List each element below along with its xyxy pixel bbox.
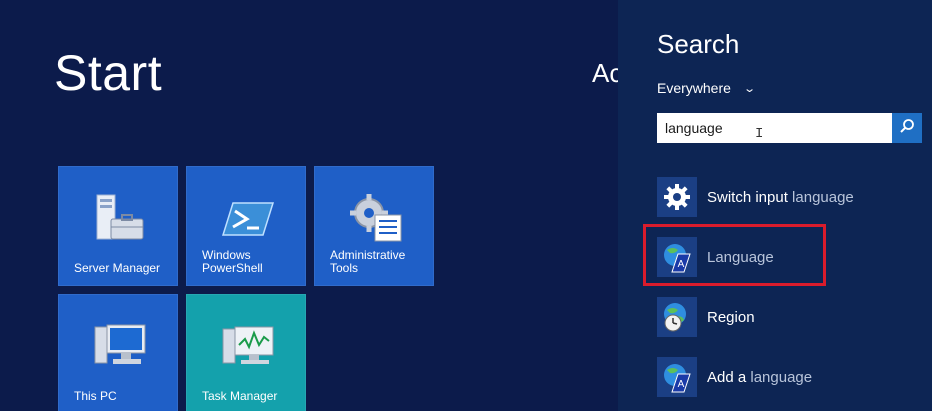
svg-text:A: A bbox=[678, 379, 685, 390]
gear-icon bbox=[657, 177, 697, 217]
globe-language-icon: A bbox=[657, 357, 697, 397]
tile-windows-powershell[interactable]: Windows PowerShell bbox=[186, 166, 306, 286]
tile-label: Server Manager bbox=[74, 261, 161, 275]
result-match: language bbox=[792, 188, 854, 206]
server-manager-icon bbox=[89, 189, 151, 251]
chevron-down-icon: ⌄ bbox=[743, 82, 756, 95]
globe-language-icon: A bbox=[657, 237, 697, 277]
tile-administrative-tools[interactable]: Administrative Tools bbox=[314, 166, 434, 286]
search-result-switch-input-language[interactable]: Switch input language bbox=[657, 176, 927, 218]
search-box bbox=[657, 113, 922, 143]
result-match: Language bbox=[707, 248, 774, 266]
search-icon bbox=[899, 118, 915, 139]
result-text: Switch input language bbox=[707, 189, 854, 206]
result-prefix: Region bbox=[707, 308, 755, 326]
result-text: Language bbox=[707, 249, 774, 266]
search-scope-label: Everywhere bbox=[657, 80, 731, 96]
result-text: Region bbox=[707, 309, 755, 326]
search-button[interactable] bbox=[892, 113, 922, 143]
search-result-language[interactable]: A Language bbox=[657, 236, 927, 278]
tile-label: Task Manager bbox=[202, 389, 278, 403]
svg-text:A: A bbox=[678, 259, 685, 270]
search-result-region[interactable]: Region bbox=[657, 296, 927, 338]
search-input[interactable] bbox=[657, 113, 892, 143]
tile-server-manager[interactable]: Server Manager bbox=[58, 166, 178, 286]
tile-label: Windows PowerShell bbox=[202, 248, 263, 275]
tile-label: This PC bbox=[74, 389, 117, 403]
result-match: language bbox=[750, 368, 813, 386]
globe-clock-icon bbox=[657, 297, 697, 337]
computer-icon bbox=[89, 317, 151, 379]
text-cursor-icon: I bbox=[755, 126, 764, 142]
search-pane-title: Search bbox=[657, 29, 740, 59]
search-result-add-a-language[interactable]: A Add a language bbox=[657, 356, 927, 398]
result-prefix: Add a bbox=[707, 368, 751, 386]
search-pane: Search Everywhere ⌄ language Switch inpu… bbox=[618, 0, 932, 411]
result-prefix: Switch input bbox=[707, 188, 793, 206]
admin-tools-icon bbox=[345, 189, 407, 251]
tile-task-manager[interactable]: Task Manager bbox=[186, 294, 306, 411]
start-title: Start bbox=[54, 45, 163, 101]
tile-label: Administrative Tools bbox=[330, 248, 406, 275]
powershell-icon bbox=[217, 189, 279, 251]
result-text: Add a language bbox=[707, 369, 812, 386]
task-manager-icon bbox=[217, 317, 279, 379]
tile-this-pc[interactable]: This PC bbox=[58, 294, 178, 411]
search-scope-dropdown[interactable]: Everywhere ⌄ bbox=[657, 80, 756, 96]
